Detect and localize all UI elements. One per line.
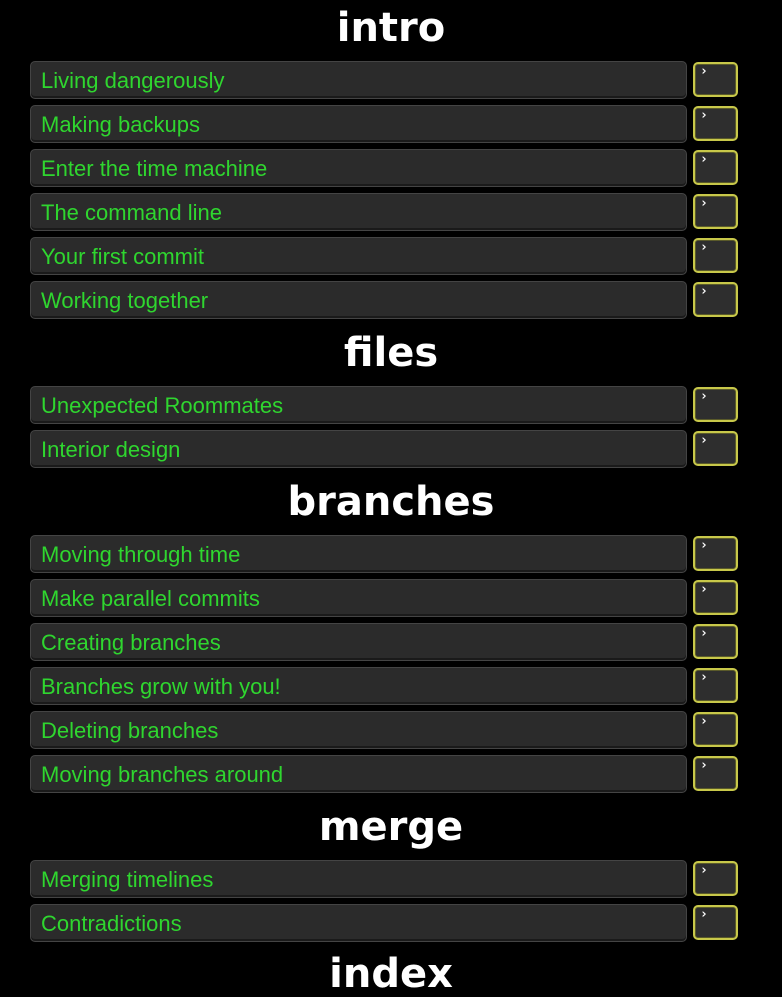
terminal-prompt-icon: › — [700, 714, 708, 729]
level-name: Making backups — [41, 112, 200, 137]
level-label-box[interactable]: Enter the time machine — [30, 149, 687, 187]
level-row: Interior design › — [30, 430, 738, 470]
level-name: Moving branches around — [41, 762, 284, 787]
terminal-prompt-icon: › — [700, 907, 708, 922]
section-title-merge: merge — [318, 804, 464, 850]
level-name: Moving through time — [41, 542, 241, 567]
level-row: Make parallel commits › — [30, 579, 738, 619]
level-row: Working together › — [30, 281, 738, 321]
level-row: Moving through time › — [30, 535, 738, 575]
level-label-box[interactable]: Creating branches — [30, 623, 687, 661]
level-name: Merging timelines — [41, 867, 214, 892]
level-name: Interior design — [41, 437, 181, 462]
level-label-box[interactable]: Interior design — [30, 430, 687, 468]
level-row: Creating branches › — [30, 623, 738, 663]
level-label-box[interactable]: Your first commit — [30, 237, 687, 275]
terminal-button[interactable]: › — [693, 62, 738, 97]
terminal-prompt-icon: › — [700, 152, 708, 167]
level-label-box[interactable]: Working together — [30, 281, 687, 319]
level-name: Make parallel commits — [41, 586, 260, 611]
terminal-prompt-icon: › — [700, 670, 708, 685]
terminal-button[interactable]: › — [693, 387, 738, 422]
level-name: The command line — [41, 200, 222, 225]
level-label-box[interactable]: Unexpected Roommates — [30, 386, 687, 424]
level-name: Branches grow with you! — [41, 674, 281, 699]
section-title-intro: intro — [336, 5, 446, 51]
terminal-button[interactable]: › — [693, 238, 738, 273]
terminal-button[interactable]: › — [693, 905, 738, 940]
section-title-index: index — [329, 951, 453, 997]
terminal-button[interactable]: › — [693, 194, 738, 229]
level-label-box[interactable]: Making backups — [30, 105, 687, 143]
level-row: Branches grow with you! › — [30, 667, 738, 707]
terminal-button[interactable]: › — [693, 712, 738, 747]
level-name: Working together — [41, 288, 209, 313]
level-label-box[interactable]: Living dangerously — [30, 61, 687, 99]
terminal-prompt-icon: › — [700, 582, 708, 597]
terminal-button[interactable]: › — [693, 282, 738, 317]
level-row: Moving branches around › — [30, 755, 738, 795]
level-label-box[interactable]: Moving through time — [30, 535, 687, 573]
section-title-branches: branches — [287, 479, 495, 525]
level-row: Enter the time machine › — [30, 149, 738, 189]
level-label-box[interactable]: Make parallel commits — [30, 579, 687, 617]
level-name: Creating branches — [41, 630, 221, 655]
terminal-prompt-icon: › — [700, 389, 708, 404]
level-name: Your first commit — [41, 244, 205, 269]
terminal-prompt-icon: › — [700, 538, 708, 553]
level-name: Contradictions — [41, 911, 182, 936]
level-label-box[interactable]: Moving branches around — [30, 755, 687, 793]
terminal-prompt-icon: › — [700, 64, 708, 79]
level-label-box[interactable]: Merging timelines — [30, 860, 687, 898]
level-name: Living dangerously — [41, 68, 225, 93]
level-label-box[interactable]: The command line — [30, 193, 687, 231]
level-row: Deleting branches › — [30, 711, 738, 751]
level-row: Contradictions › — [30, 904, 738, 944]
level-label-box[interactable]: Deleting branches — [30, 711, 687, 749]
terminal-prompt-icon: › — [700, 284, 708, 299]
level-name: Unexpected Roommates — [41, 393, 284, 418]
level-name: Deleting branches — [41, 718, 219, 743]
terminal-button[interactable]: › — [693, 668, 738, 703]
level-name: Enter the time machine — [41, 156, 268, 181]
level-label-box[interactable]: Contradictions — [30, 904, 687, 942]
terminal-button[interactable]: › — [693, 150, 738, 185]
terminal-button[interactable]: › — [693, 106, 738, 141]
level-row: Your first commit › — [30, 237, 738, 277]
level-row: Living dangerously › — [30, 61, 738, 101]
terminal-button[interactable]: › — [693, 756, 738, 791]
level-row: Making backups › — [30, 105, 738, 145]
terminal-button[interactable]: › — [693, 431, 738, 466]
terminal-button[interactable]: › — [693, 580, 738, 615]
terminal-button[interactable]: › — [693, 536, 738, 571]
terminal-prompt-icon: › — [700, 758, 708, 773]
level-row: Merging timelines › — [30, 860, 738, 900]
terminal-prompt-icon: › — [700, 433, 708, 448]
terminal-prompt-icon: › — [700, 863, 708, 878]
terminal-button[interactable]: › — [693, 861, 738, 896]
level-label-box[interactable]: Branches grow with you! — [30, 667, 687, 705]
level-row: The command line › — [30, 193, 738, 233]
terminal-prompt-icon: › — [700, 196, 708, 211]
terminal-prompt-icon: › — [700, 108, 708, 123]
terminal-prompt-icon: › — [700, 626, 708, 641]
terminal-button[interactable]: › — [693, 624, 738, 659]
level-row: Unexpected Roommates › — [30, 386, 738, 426]
terminal-prompt-icon: › — [700, 240, 708, 255]
section-title-files: files — [343, 330, 439, 376]
